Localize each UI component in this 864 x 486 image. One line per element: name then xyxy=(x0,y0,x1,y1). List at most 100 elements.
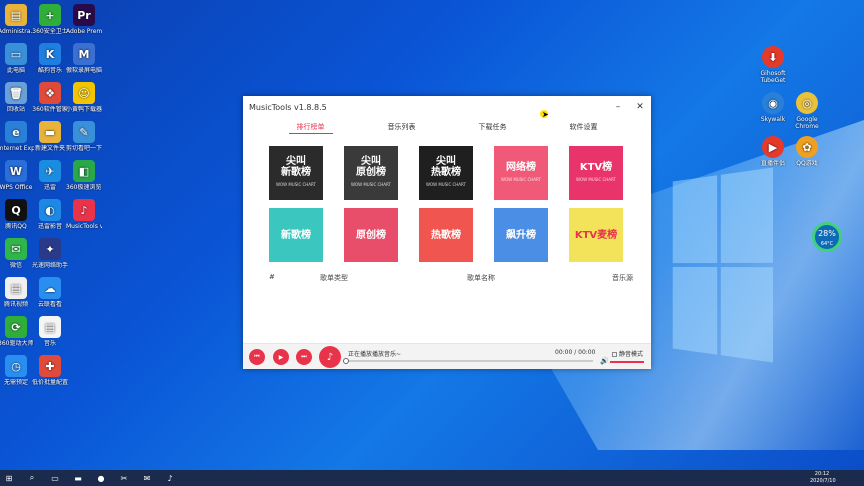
chart-tile[interactable]: 网络榜 WOW MUSIC CHART xyxy=(494,146,548,200)
clock-date: 2020/7/10 xyxy=(810,478,836,484)
cpu-temp-widget[interactable]: 28% 64°C xyxy=(812,222,842,252)
desktop-icon[interactable]: ✦ 光速网络助手 xyxy=(32,238,68,269)
tab-1[interactable]: 音乐列表 xyxy=(356,122,447,132)
tab-2[interactable]: 下载任务 xyxy=(447,122,538,132)
desktop-icon[interactable]: W WPS Office xyxy=(0,160,34,191)
desktop-icon[interactable]: K 酷狗音乐 xyxy=(32,43,68,74)
desktop-icon[interactable]: ✎ 剪切看吧一下 xyxy=(66,121,102,152)
tile-brand: 尖叫 xyxy=(361,156,381,167)
kugou-icon: K xyxy=(39,43,61,65)
desktop-icon[interactable] xyxy=(66,277,102,301)
folder-icon: ▬ xyxy=(39,121,61,143)
desktop-icon[interactable]: ✉ 微信 xyxy=(0,238,34,269)
premiere-icon: Pr xyxy=(73,4,95,26)
recorder-icon: M xyxy=(73,43,95,65)
desktop-icon[interactable]: ❖ 360软件管家 xyxy=(32,82,68,113)
tile-title: KTV麦榜 xyxy=(574,229,618,241)
desktop-icon-label: 360安全卫士 xyxy=(32,28,68,35)
music-note-icon: ♪ xyxy=(319,346,341,368)
desktop-icon[interactable]: ◷ 无需预定 xyxy=(0,355,34,386)
mute-checkbox[interactable]: 静音模式 xyxy=(612,349,643,358)
desktop-icon[interactable]: ⟳ 360驱动大师网卡版 xyxy=(0,316,34,347)
desktop-icon-label: Administra... xyxy=(0,28,34,35)
desktop-icon-label: 新建文件夹 xyxy=(34,145,65,152)
desktop-icon[interactable]: ▤ 音乐 xyxy=(32,316,68,347)
desktop-icon[interactable]: Q 腾讯QQ xyxy=(0,199,34,230)
musictools-taskbar-icon[interactable]: ♪ xyxy=(161,470,179,486)
live-companion-icon: ▶ xyxy=(762,136,784,158)
desktop-icon[interactable]: ▭ 此电脑 xyxy=(0,43,34,74)
tab-0[interactable]: 排行榜单 xyxy=(265,122,356,134)
file-explorer-icon[interactable]: ▬ xyxy=(69,470,87,486)
desktop-icon-label: QQ游戏 xyxy=(796,160,818,167)
desktop-icon[interactable]: ▶ 直播伴侣 xyxy=(755,136,791,167)
minimize-button[interactable]: – xyxy=(607,102,629,112)
desktop-icon-label: Internet Explorer xyxy=(0,145,34,152)
360-taskbar-icon[interactable]: ● xyxy=(92,470,110,486)
previous-button[interactable]: ⏮ xyxy=(249,349,265,365)
desktop-icon[interactable]: ✈ 迅雷 xyxy=(32,160,68,191)
desktop-icon[interactable]: Pr Adobe Premie... xyxy=(66,4,102,35)
progress-slider[interactable] xyxy=(343,358,593,364)
volume-icon[interactable]: 🔊 xyxy=(600,357,609,365)
volume-slider[interactable] xyxy=(610,361,644,363)
chart-tile[interactable]: 飙升榜 xyxy=(494,208,548,262)
chart-tile[interactable]: 尖叫 新歌榜 WOW MUSIC CHART xyxy=(269,146,323,200)
desktop-icon-label: 光速网络助手 xyxy=(32,262,68,269)
desktop-icon[interactable]: ◐ 迅雷影音 xyxy=(32,199,68,230)
play-button[interactable]: ▶ xyxy=(273,349,289,365)
desktop-icon[interactable]: ✿ QQ游戏 xyxy=(789,136,825,167)
taskbar-items: ⊞ ⌕ ▭ ▬ ● ✂ ✉ ♪ xyxy=(0,470,184,486)
column-index: # xyxy=(269,273,275,281)
chart-tile[interactable]: 原创榜 xyxy=(344,208,398,262)
checkbox-box[interactable] xyxy=(612,352,617,357)
tab-3[interactable]: 软件设置 xyxy=(538,122,629,132)
wps-icon: W xyxy=(5,160,27,182)
desktop-icon[interactable]: ⬇ Gihosoft TubeGet xyxy=(755,46,791,84)
desktop-icon[interactable]: ☁ 云联看看 xyxy=(32,277,68,308)
chart-tile[interactable]: 新歌榜 xyxy=(269,208,323,262)
desktop-icon[interactable]: ▤ 腾讯视频 xyxy=(0,277,34,308)
chrome-icon: ◎ xyxy=(796,92,818,114)
desktop-icon[interactable]: ▤ Administra... xyxy=(0,4,34,35)
desktop-icon[interactable] xyxy=(66,238,102,262)
taskbar: ⊞ ⌕ ▭ ▬ ● ✂ ✉ ♪ 20:12 2020/7/10 xyxy=(0,470,864,486)
screenshot-icon[interactable]: ✂ xyxy=(115,470,133,486)
desktop-icon[interactable]: ✚ 低价批量配置 纸箱V2.0 xyxy=(32,355,68,386)
desktop-icon[interactable]: ◧ 360极速浏览器 xyxy=(66,160,102,191)
user-folder-icon: ▤ xyxy=(5,4,27,26)
desktop-icon-label: 直播伴侣 xyxy=(760,160,785,167)
search-icon[interactable]: ⌕ xyxy=(23,470,41,486)
close-button[interactable]: ✕ xyxy=(629,102,651,112)
desktop-icon[interactable] xyxy=(66,316,102,340)
desktop-icon[interactable]: M 傲软录屏电脑版 V1.4... xyxy=(66,43,102,74)
desktop-icon[interactable]: ☺ 小黄鸭下载器 xyxy=(66,82,102,113)
desktop-icon-label: 酷狗音乐 xyxy=(37,67,62,74)
desktop-icon[interactable]: ◉ Skywalk xyxy=(755,92,791,123)
wechat-taskbar-icon[interactable]: ✉ xyxy=(138,470,156,486)
title-bar[interactable]: MusicTools v1.8.8.5 – ✕ xyxy=(243,96,651,118)
desktop-icon[interactable]: +360安全卫士 xyxy=(32,4,68,35)
chart-tile[interactable]: 热歌榜 xyxy=(419,208,473,262)
desktop-icon-label: 迅雷 xyxy=(43,184,56,191)
desktop-icon[interactable]: e Internet Explorer xyxy=(0,121,34,152)
widget-unit: % xyxy=(828,229,836,238)
desktop-icon-label: 此电脑 xyxy=(6,67,25,74)
task-view-icon[interactable]: ▭ xyxy=(46,470,64,486)
tile-subtitle: WOW MUSIC CHART xyxy=(426,182,466,187)
tile-title: KTV榜 xyxy=(579,161,613,173)
chart-tile[interactable]: 尖叫 热歌榜 WOW MUSIC CHART xyxy=(419,146,473,200)
desktop-icon[interactable]: ◎ Google Chrome xyxy=(789,92,825,130)
chart-tile[interactable]: 尖叫 原创榜 WOW MUSIC CHART xyxy=(344,146,398,200)
desktop-icon[interactable]: ♪ MusicTools v1.8.8.5 xyxy=(66,199,102,230)
progress-knob[interactable] xyxy=(343,358,349,364)
chart-tile[interactable]: KTV麦榜 xyxy=(569,208,623,262)
360-software-icon: ❖ xyxy=(39,82,61,104)
desktop-icon-label: 剪切看吧一下 xyxy=(66,145,102,152)
start-icon[interactable]: ⊞ xyxy=(0,470,18,486)
desktop-icon[interactable]: ▬ 新建文件夹 xyxy=(32,121,68,152)
taskbar-clock[interactable]: 20:12 2020/7/10 xyxy=(810,471,836,485)
desktop-icon[interactable]: 🗑 回收站 xyxy=(0,82,34,113)
next-button[interactable]: ⏭ xyxy=(296,349,312,365)
chart-tile[interactable]: KTV榜 WOW MUSIC CHART xyxy=(569,146,623,200)
